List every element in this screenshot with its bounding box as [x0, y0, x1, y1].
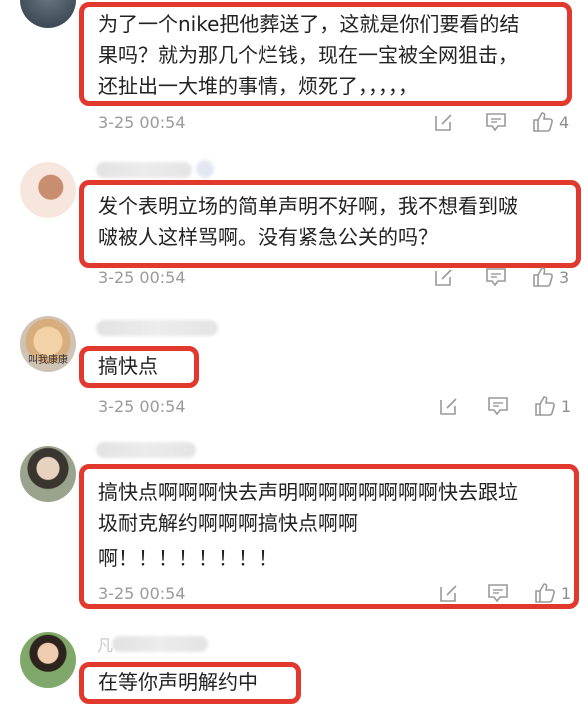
comment-icon — [486, 268, 506, 287]
comment-timestamp: 3-25 00:54 — [98, 584, 186, 603]
comment-item: 搞快点啊啊啊快去声明啊啊啊啊啊啊啊快去跟垃 圾耐克解约啊啊啊搞快点啊啊 啊！！！… — [0, 430, 588, 620]
thumbs-up-icon — [535, 583, 555, 603]
edit-icon — [435, 114, 452, 131]
comment-line: 为了一个nike把他葬送了，这就是你们要看的结 — [98, 12, 520, 36]
like-count: 3 — [559, 267, 570, 287]
thumbs-up-icon — [533, 267, 553, 287]
comment-item: 凡 在等你声明解约中 — [0, 620, 588, 704]
username — [112, 636, 208, 652]
edit-icon — [440, 398, 457, 415]
comment-timestamp: 3-25 00:54 — [98, 268, 186, 287]
comment-line: 在等你声明解约中 — [98, 670, 258, 694]
comment-line: 啵被人这样骂啊。没有紧急公关的吗？ — [98, 225, 438, 249]
like-button[interactable]: 4 — [531, 110, 569, 134]
comment-item: 为了一个nike把他葬送了，这就是你们要看的结 果吗？就为那几个烂钱，现在一宝被… — [0, 0, 588, 150]
username — [96, 162, 192, 178]
avatar-watermark: 叫我康康 — [28, 355, 68, 366]
username — [96, 442, 196, 458]
edit-button[interactable] — [438, 395, 460, 417]
edit-button[interactable] — [433, 111, 455, 133]
comment-text-highlighted: 发个表明立场的简单声明不好啊，我不想看到啵 啵被人这样骂啊。没有紧急公关的吗？ — [79, 180, 581, 268]
comment-text-highlighted: 搞快点 — [79, 346, 199, 388]
comment-timestamp: 3-25 00:54 — [98, 397, 186, 416]
avatar[interactable] — [20, 162, 76, 218]
avatar[interactable]: 叫我康康 — [20, 316, 76, 372]
reply-button[interactable] — [484, 266, 508, 288]
edit-icon — [440, 585, 457, 602]
comment-line: 啊！！！！！！！！ — [98, 546, 278, 570]
comment-item: 叫我康康 搞快点 3-25 00:54 1 — [0, 300, 588, 430]
edit-icon — [435, 269, 452, 286]
username-partial: 凡 — [97, 636, 114, 655]
edit-button[interactable] — [433, 266, 455, 288]
comment-line: 果吗？就为那几个烂钱，现在一宝被全网狙击， — [98, 43, 518, 67]
comment-item: 发个表明立场的简单声明不好啊，我不想看到啵 啵被人这样骂啊。没有紧急公关的吗？ … — [0, 150, 588, 300]
reply-button[interactable] — [484, 111, 508, 133]
thumbs-up-icon — [535, 396, 555, 416]
comment-line: 发个表明立场的简单声明不好啊，我不想看到啵 — [98, 194, 518, 218]
comment-line: 圾耐克解约啊啊啊搞快点啊啊 — [98, 511, 358, 535]
like-button[interactable]: 1 — [533, 581, 571, 605]
comment-text-highlighted: 为了一个nike把他葬送了，这就是你们要看的结 果吗？就为那几个烂钱，现在一宝被… — [79, 2, 572, 106]
like-count: 1 — [561, 396, 572, 416]
avatar[interactable] — [20, 632, 76, 688]
comment-line: 搞快点啊啊啊快去声明啊啊啊啊啊啊啊快去跟垃 — [98, 480, 518, 504]
comment-line: 还扯出一大堆的事情，烦死了，，，，， — [98, 74, 418, 98]
reply-button[interactable] — [486, 582, 510, 604]
thumbs-up-icon — [533, 112, 553, 132]
comment-text-highlighted: 在等你声明解约中 — [79, 662, 301, 704]
comment-line: 搞快点 — [98, 354, 158, 378]
avatar[interactable] — [20, 446, 76, 502]
comment-icon — [488, 397, 508, 416]
avatar[interactable] — [20, 0, 76, 28]
comment-icon — [488, 584, 508, 603]
username — [96, 320, 218, 336]
reply-button[interactable] — [486, 395, 510, 417]
like-count: 1 — [561, 583, 572, 603]
comment-timestamp: 3-25 00:54 — [98, 113, 186, 132]
edit-button[interactable] — [438, 582, 460, 604]
username-badge — [196, 160, 214, 178]
like-button[interactable]: 1 — [533, 394, 571, 418]
like-count: 4 — [559, 112, 570, 132]
like-button[interactable]: 3 — [531, 265, 569, 289]
comment-icon — [486, 113, 506, 132]
